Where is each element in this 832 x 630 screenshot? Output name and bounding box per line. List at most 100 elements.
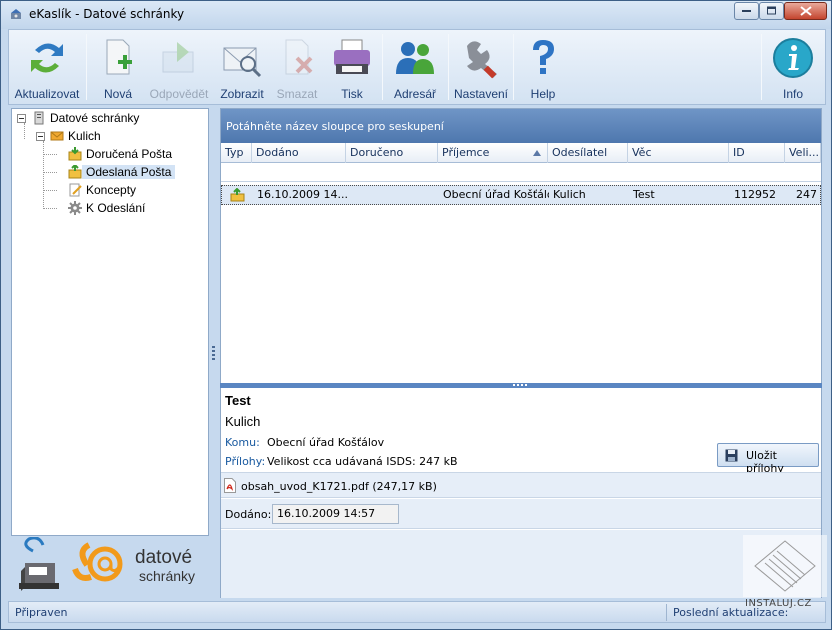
column-header: Typ Dodáno Doručeno Příjemce Odesílatel …	[221, 143, 821, 163]
delivered-row: Dodáno: 16.10.2009 14:57	[221, 499, 821, 529]
row-vec-cell: Test	[633, 188, 655, 201]
row-velikost-cell: 247	[796, 188, 817, 201]
logo-text-line1: datové	[135, 547, 193, 568]
app-window: eKaslík - Datové schránky Aktualizovat N…	[0, 0, 832, 630]
recipient-label: Komu:	[225, 436, 260, 449]
delete-button[interactable]: Smazat	[271, 30, 323, 104]
attachment-link[interactable]: obsah_uvod_K1721.pdf (247,17 kB)	[241, 480, 437, 493]
detail-sender: Kulich	[225, 414, 261, 429]
message-grid: Potáhněte název sloupce pro seskupení Ty…	[220, 108, 822, 386]
watermark: INSTALUJ.CZ	[743, 535, 827, 627]
column-header-odesilatel[interactable]: Odesílatel	[548, 143, 628, 163]
settings-wrench-icon	[467, 41, 497, 79]
attachment-row[interactable]: obsah_uvod_K1721.pdf (247,17 kB)	[221, 472, 821, 498]
tree-item-sent[interactable]: Odeslaná Pošta	[68, 163, 176, 181]
status-bar: Připraven Poslední aktualizace:	[8, 601, 826, 623]
filter-row[interactable]	[221, 164, 821, 182]
detail-empty-area	[221, 530, 821, 598]
tree-line	[24, 123, 25, 139]
toolbar-separator	[86, 34, 87, 100]
status-text: Připraven	[15, 606, 68, 619]
save-attachments-button[interactable]: Uložit přílohy	[717, 443, 819, 475]
row-id-cell: 112952	[734, 188, 776, 201]
tree-collapse-toggle[interactable]	[36, 132, 45, 141]
recipient-value: Obecní úřad Košťálov	[267, 436, 385, 449]
column-header-prijemce[interactable]: Příjemce	[438, 143, 548, 163]
print-button[interactable]: Tisk	[327, 30, 377, 104]
tree-line	[43, 208, 57, 209]
column-header-vec[interactable]: Věc	[628, 143, 729, 163]
tree-item-inbox[interactable]: Doručená Pošta	[68, 145, 172, 163]
gear-icon	[68, 201, 82, 215]
column-header-typ[interactable]: Typ	[221, 143, 252, 163]
view-button[interactable]: Zobrazit	[213, 30, 271, 104]
tree-item-outbox[interactable]: K Odeslání	[68, 199, 145, 217]
address-book-button[interactable]: Adresář	[387, 30, 443, 104]
close-icon	[799, 6, 812, 16]
delivered-label: Dodáno:	[225, 508, 272, 521]
row-prijemce-cell: Obecní úřad Košťálov	[443, 188, 549, 201]
row-doruceno-cell	[347, 186, 439, 204]
folder-tree: Datové schránky Kulich Doručená Pošta Od…	[11, 108, 209, 536]
refresh-arrows-icon	[31, 43, 63, 73]
reply-button[interactable]: Odpovědět	[147, 30, 211, 104]
mailbox-envelope-icon	[50, 131, 64, 141]
printer-icon	[334, 39, 370, 74]
watermark-logo	[743, 535, 827, 597]
status-divider	[666, 604, 667, 621]
logo-text-line2: schránky	[139, 568, 196, 584]
draft-icon	[69, 183, 82, 197]
main-toolbar: Aktualizovat Nová Odpovědět Zobrazit Sma…	[8, 29, 826, 105]
delivered-field: 16.10.2009 14:57	[272, 504, 399, 524]
watermark-text: INSTALUJ.CZ	[745, 598, 812, 609]
reply-icon	[162, 42, 194, 73]
tree-collapse-toggle[interactable]	[17, 114, 26, 123]
help-button[interactable]: Help	[517, 30, 569, 104]
row-type-cell	[226, 186, 252, 204]
window-title: eKaslík - Datové schránky	[29, 7, 185, 21]
new-document-icon	[106, 39, 132, 75]
pdf-file-icon	[224, 478, 236, 493]
save-disk-icon	[725, 449, 738, 462]
refresh-button[interactable]: Aktualizovat	[9, 30, 85, 104]
maximize-icon	[766, 6, 776, 15]
info-button[interactable]: Info	[765, 30, 821, 104]
minimize-button[interactable]	[734, 2, 759, 20]
tree-item-root[interactable]: Datové schránky	[32, 109, 139, 127]
new-message-button[interactable]: Nová	[89, 30, 147, 104]
ekaslik-logo	[19, 536, 59, 591]
sent-envelope-icon	[230, 187, 245, 202]
group-by-area[interactable]: Potáhněte název sloupce pro seskupení	[221, 109, 821, 143]
row-odesilatel-cell: Kulich	[553, 188, 586, 201]
logos-area: datové schránky	[11, 536, 209, 597]
tree-line	[43, 141, 44, 209]
minimize-icon	[741, 10, 751, 12]
inbox-envelope-icon	[68, 147, 82, 161]
sort-ascending-icon	[533, 150, 541, 156]
info-icon	[773, 38, 813, 78]
tree-item-box[interactable]: Kulich	[50, 127, 101, 145]
close-button[interactable]	[784, 2, 827, 20]
title-bar: eKaslík - Datové schránky	[1, 1, 831, 29]
toolbar-separator	[448, 34, 449, 100]
vertical-splitter[interactable]	[211, 108, 217, 598]
server-icon	[34, 111, 44, 125]
attachments-label: Přílohy:	[225, 455, 266, 468]
row-dodano-cell: 16.10.2009 14...	[257, 188, 347, 201]
maximize-button[interactable]	[759, 2, 784, 20]
table-row[interactable]: 16.10.2009 14... Obecní úřad Košťálov Ku…	[221, 185, 821, 205]
app-icon	[11, 9, 21, 19]
message-detail: Test Kulich Komu: Obecní úřad Košťálov P…	[220, 388, 822, 598]
toolbar-separator	[382, 34, 383, 100]
help-icon	[533, 40, 554, 74]
tree-line	[43, 172, 57, 173]
column-header-id[interactable]: ID	[729, 143, 785, 163]
column-header-velikost[interactable]: Veli...	[785, 143, 821, 163]
datove-schranky-logo	[72, 542, 123, 582]
settings-button[interactable]: Nastavení	[451, 30, 511, 104]
column-header-doruceno[interactable]: Doručeno	[346, 143, 438, 163]
tree-item-drafts[interactable]: Koncepty	[68, 181, 136, 199]
attachments-value: Velikost cca udávaná ISDS: 247 kB	[267, 455, 458, 468]
column-header-dodano[interactable]: Dodáno	[252, 143, 346, 163]
toolbar-separator	[513, 34, 514, 100]
